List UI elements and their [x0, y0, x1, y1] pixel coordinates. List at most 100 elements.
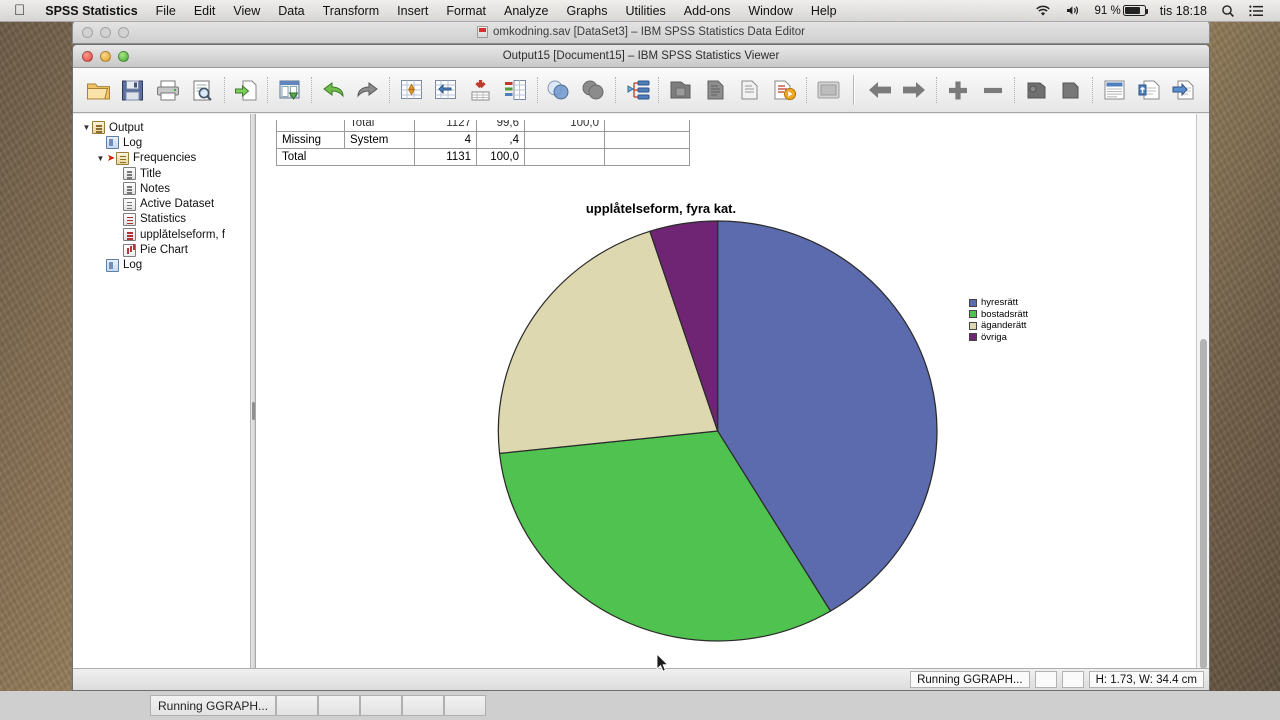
pie-chart-output[interactable]: upplåtelseform, fyra kat. hyresrätt bost… — [256, 189, 1196, 669]
value-labels-button[interactable] — [620, 72, 655, 108]
menu-utilities[interactable]: Utilities — [616, 4, 674, 18]
insert-footnote-button[interactable] — [463, 72, 498, 108]
tree-node-active-dataset[interactable]: Active Dataset — [123, 196, 250, 211]
disclosure-triangle-icon[interactable]: ▼ — [81, 123, 92, 132]
spell-check-button[interactable] — [733, 72, 768, 108]
menu-status-area: 91 % tis 18:18 — [1028, 4, 1280, 18]
menu-window[interactable]: Window — [739, 4, 801, 18]
goto-case-button[interactable] — [394, 72, 429, 108]
forward-arrow-button[interactable] — [897, 72, 932, 108]
goto-data-button[interactable] — [272, 72, 307, 108]
insert-object-button[interactable] — [1166, 72, 1201, 108]
toolbar-separator — [267, 77, 269, 103]
menu-clock[interactable]: tis 18:18 — [1153, 4, 1214, 18]
pie-svg — [497, 220, 938, 642]
viewer-titlebar[interactable]: Output15 [Document15] – IBM SPSS Statist… — [73, 45, 1209, 68]
menu-app-name[interactable]: SPSS Statistics — [36, 4, 146, 18]
frequency-table[interactable]: Total 1127 99,6 100,0 Missing System 4 ,… — [276, 114, 690, 166]
notification-list-icon[interactable] — [1242, 5, 1271, 17]
cell-valid-percent — [524, 131, 605, 149]
tree-node-log-2[interactable]: Log — [95, 258, 250, 273]
output-pane[interactable]: Total 1127 99,6 100,0 Missing System 4 ,… — [256, 114, 1196, 690]
red-arrow-marker-icon: ➤ — [106, 152, 116, 164]
menu-insert[interactable]: Insert — [388, 4, 437, 18]
toolbar-separator — [805, 77, 807, 103]
pie-chart-canvas — [256, 189, 1196, 669]
print-preview-button[interactable] — [185, 72, 220, 108]
wifi-icon[interactable] — [1028, 4, 1058, 17]
tree-node-statistics[interactable]: Statistics — [123, 212, 250, 227]
menu-graphs[interactable]: Graphs — [557, 4, 616, 18]
export-button[interactable] — [229, 72, 264, 108]
data-editor-window-titlebar[interactable]: omkodning.sav [DataSet3] – IBM SPSS Stat… — [72, 20, 1210, 44]
expand-button[interactable] — [941, 72, 976, 108]
variables-button[interactable] — [429, 72, 464, 108]
menu-view[interactable]: View — [224, 4, 269, 18]
table-row[interactable]: Total 1131 100,0 — [276, 148, 690, 166]
apple-icon[interactable]:  — [0, 3, 36, 18]
log-icon — [106, 258, 119, 272]
output-vertical-scrollbar[interactable] — [1196, 114, 1209, 690]
viewer-body: ▼ Output Log ▼ ➤ Frequencies Title Notes… — [73, 114, 1209, 690]
macos-menu-bar:  SPSS Statistics File Edit View Data Tr… — [0, 0, 1280, 22]
legend-label: bostadsrätt — [981, 308, 1028, 320]
split-file-button[interactable] — [498, 72, 533, 108]
log-icon — [106, 136, 119, 150]
scrollbar-thumb[interactable] — [1200, 339, 1207, 669]
toolbar-separator — [310, 77, 312, 103]
menu-format[interactable]: Format — [437, 4, 495, 18]
back-arrow-button[interactable] — [862, 72, 897, 108]
menu-transform[interactable]: Transform — [314, 4, 389, 18]
outline-tree-panel: ▼ Output Log ▼ ➤ Frequencies Title Notes… — [73, 114, 251, 690]
tree-node-notes[interactable]: Notes — [123, 181, 250, 196]
band-cell-4 — [402, 695, 445, 716]
search-icon[interactable] — [1214, 4, 1242, 18]
disclosure-triangle-icon[interactable]: ▼ — [95, 154, 106, 163]
battery-status[interactable]: 91 % — [1088, 5, 1153, 17]
tree-node-log-1[interactable]: Log — [95, 135, 250, 150]
tree-node-upplatelseform[interactable]: upplåtelseform, f — [123, 227, 250, 242]
viewer-status-bar: Running GGRAPH... H: 1.73, W: 34.4 cm — [73, 668, 1209, 690]
menu-file[interactable]: File — [147, 4, 185, 18]
tree-label: upplåtelseform, f — [140, 228, 226, 241]
title-icon — [123, 167, 136, 181]
data-editor-title-wrap: omkodning.sav [DataSet3] – IBM SPSS Stat… — [73, 26, 1209, 38]
battery-percent-label: 91 % — [1094, 4, 1121, 17]
insert-text-button[interactable] — [1132, 72, 1167, 108]
legend-item: bostadsrätt — [969, 309, 1028, 321]
spss-viewer-window: Output15 [Document15] – IBM SPSS Statist… — [72, 44, 1210, 691]
menu-help[interactable]: Help — [802, 4, 846, 18]
menu-addons[interactable]: Add-ons — [675, 4, 740, 18]
undo-button[interactable] — [316, 72, 351, 108]
print-button[interactable] — [150, 72, 185, 108]
redo-button[interactable] — [350, 72, 385, 108]
outline-tree: ▼ Output Log ▼ ➤ Frequencies Title Notes… — [73, 114, 250, 273]
use-sets-button[interactable] — [663, 72, 698, 108]
cell-total-label: Total — [276, 148, 415, 166]
legend-item: övriga — [969, 332, 1028, 344]
cell-label-2: System — [344, 131, 415, 149]
toolbar-separator — [935, 77, 937, 103]
open-file-button[interactable] — [81, 72, 116, 108]
menu-analyze[interactable]: Analyze — [495, 4, 557, 18]
menu-data[interactable]: Data — [269, 4, 313, 18]
collapse-button[interactable] — [975, 72, 1010, 108]
insert-title-button[interactable] — [1097, 72, 1132, 108]
show-button[interactable] — [1054, 72, 1089, 108]
table-row[interactable]: Missing System 4 ,4 — [276, 131, 690, 149]
tree-node-output[interactable]: ▼ Output — [81, 120, 250, 135]
tree-node-title[interactable]: Title — [123, 166, 250, 181]
dialog-recall-button[interactable] — [811, 72, 846, 108]
volume-icon[interactable] — [1058, 4, 1088, 17]
band-cell-1 — [276, 695, 319, 716]
save-button[interactable] — [116, 72, 151, 108]
show-all-variables-button[interactable] — [698, 72, 733, 108]
dataset-icon — [123, 197, 136, 211]
menu-edit[interactable]: Edit — [185, 4, 225, 18]
hide-button[interactable] — [1019, 72, 1054, 108]
tree-node-frequencies[interactable]: ▼ ➤ Frequencies — [95, 151, 250, 166]
weight-cases-button[interactable] — [576, 72, 611, 108]
run-button[interactable] — [767, 72, 802, 108]
tree-node-pie-chart[interactable]: Pie Chart — [123, 242, 250, 257]
select-cases-button[interactable] — [542, 72, 577, 108]
